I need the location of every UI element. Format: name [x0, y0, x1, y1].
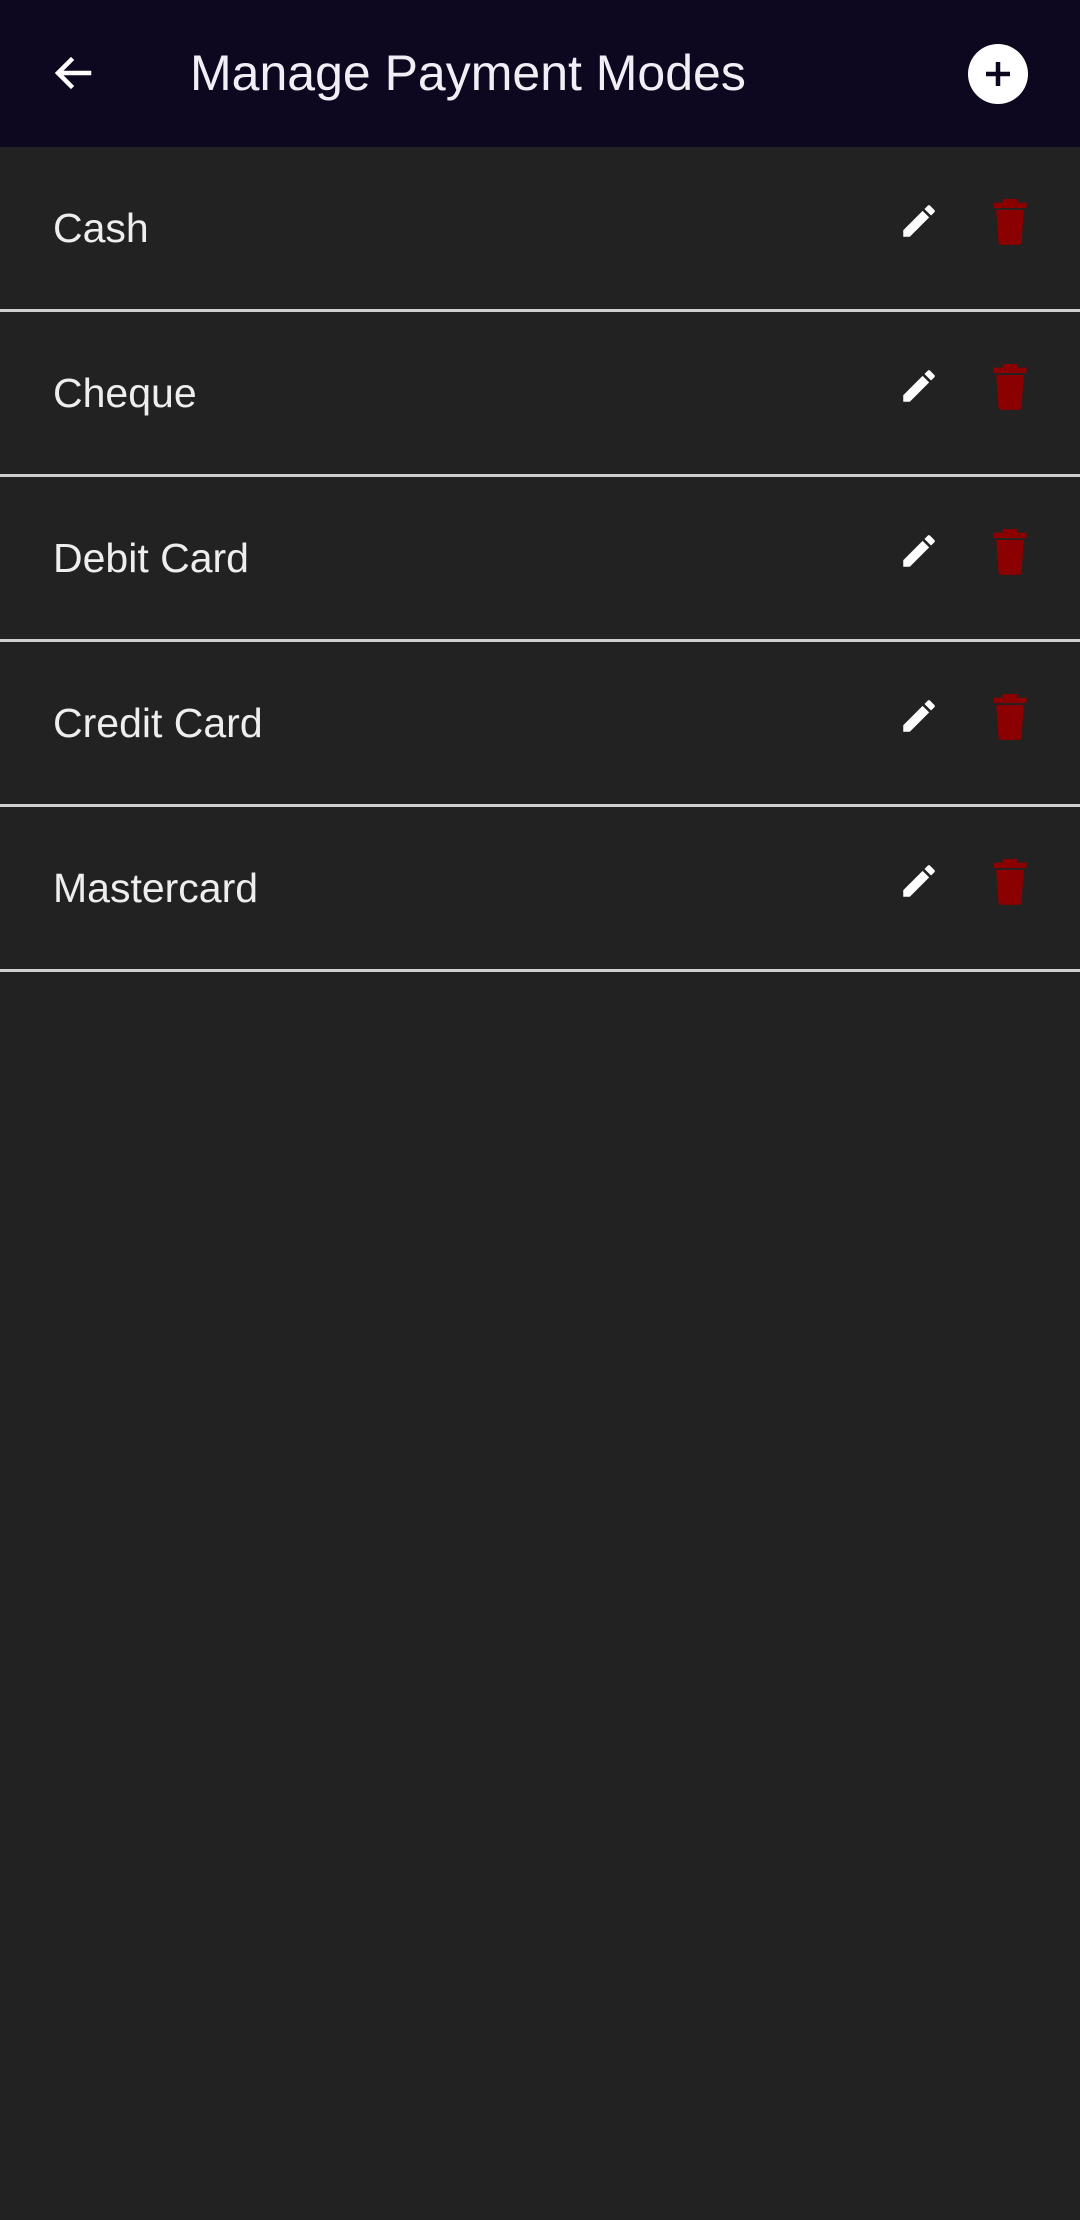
add-payment-mode-button[interactable] — [968, 44, 1028, 104]
plus-icon — [986, 62, 1010, 86]
edit-button[interactable] — [893, 690, 945, 742]
edit-button[interactable] — [893, 525, 945, 577]
trash-icon — [993, 199, 1027, 245]
delete-button[interactable] — [986, 855, 1034, 907]
trash-icon — [993, 364, 1027, 410]
payment-mode-label: Cheque — [53, 370, 197, 416]
payment-mode-label: Mastercard — [53, 865, 259, 911]
list-item: Mastercard — [0, 807, 1080, 972]
pencil-icon — [903, 865, 935, 897]
screen: Manage Payment Modes Cash Cheque Debit C… — [0, 0, 1080, 2220]
trash-icon — [993, 859, 1027, 905]
list-item: Cheque — [0, 312, 1080, 477]
edit-button[interactable] — [893, 360, 945, 412]
list-item: Credit Card — [0, 642, 1080, 807]
payment-mode-label: Cash — [53, 205, 149, 251]
page-title: Manage Payment Modes — [190, 45, 746, 101]
trash-icon — [993, 529, 1027, 575]
list-item: Cash — [0, 147, 1080, 312]
delete-button[interactable] — [986, 525, 1034, 577]
pencil-icon — [903, 205, 935, 237]
delete-button[interactable] — [986, 690, 1034, 742]
back-button[interactable] — [33, 33, 113, 113]
payment-mode-list: Cash Cheque Debit Card Credit Card Maste… — [0, 147, 1080, 972]
payment-mode-label: Credit Card — [53, 700, 263, 746]
app-bar: Manage Payment Modes — [0, 0, 1080, 147]
pencil-icon — [903, 700, 935, 732]
list-item: Debit Card — [0, 477, 1080, 642]
edit-button[interactable] — [893, 855, 945, 907]
edit-button[interactable] — [893, 195, 945, 247]
pencil-icon — [903, 370, 935, 402]
trash-icon — [993, 694, 1027, 740]
delete-button[interactable] — [986, 360, 1034, 412]
pencil-icon — [903, 535, 935, 567]
payment-mode-label: Debit Card — [53, 535, 249, 581]
arrow-left-icon — [54, 56, 92, 90]
delete-button[interactable] — [986, 195, 1034, 247]
